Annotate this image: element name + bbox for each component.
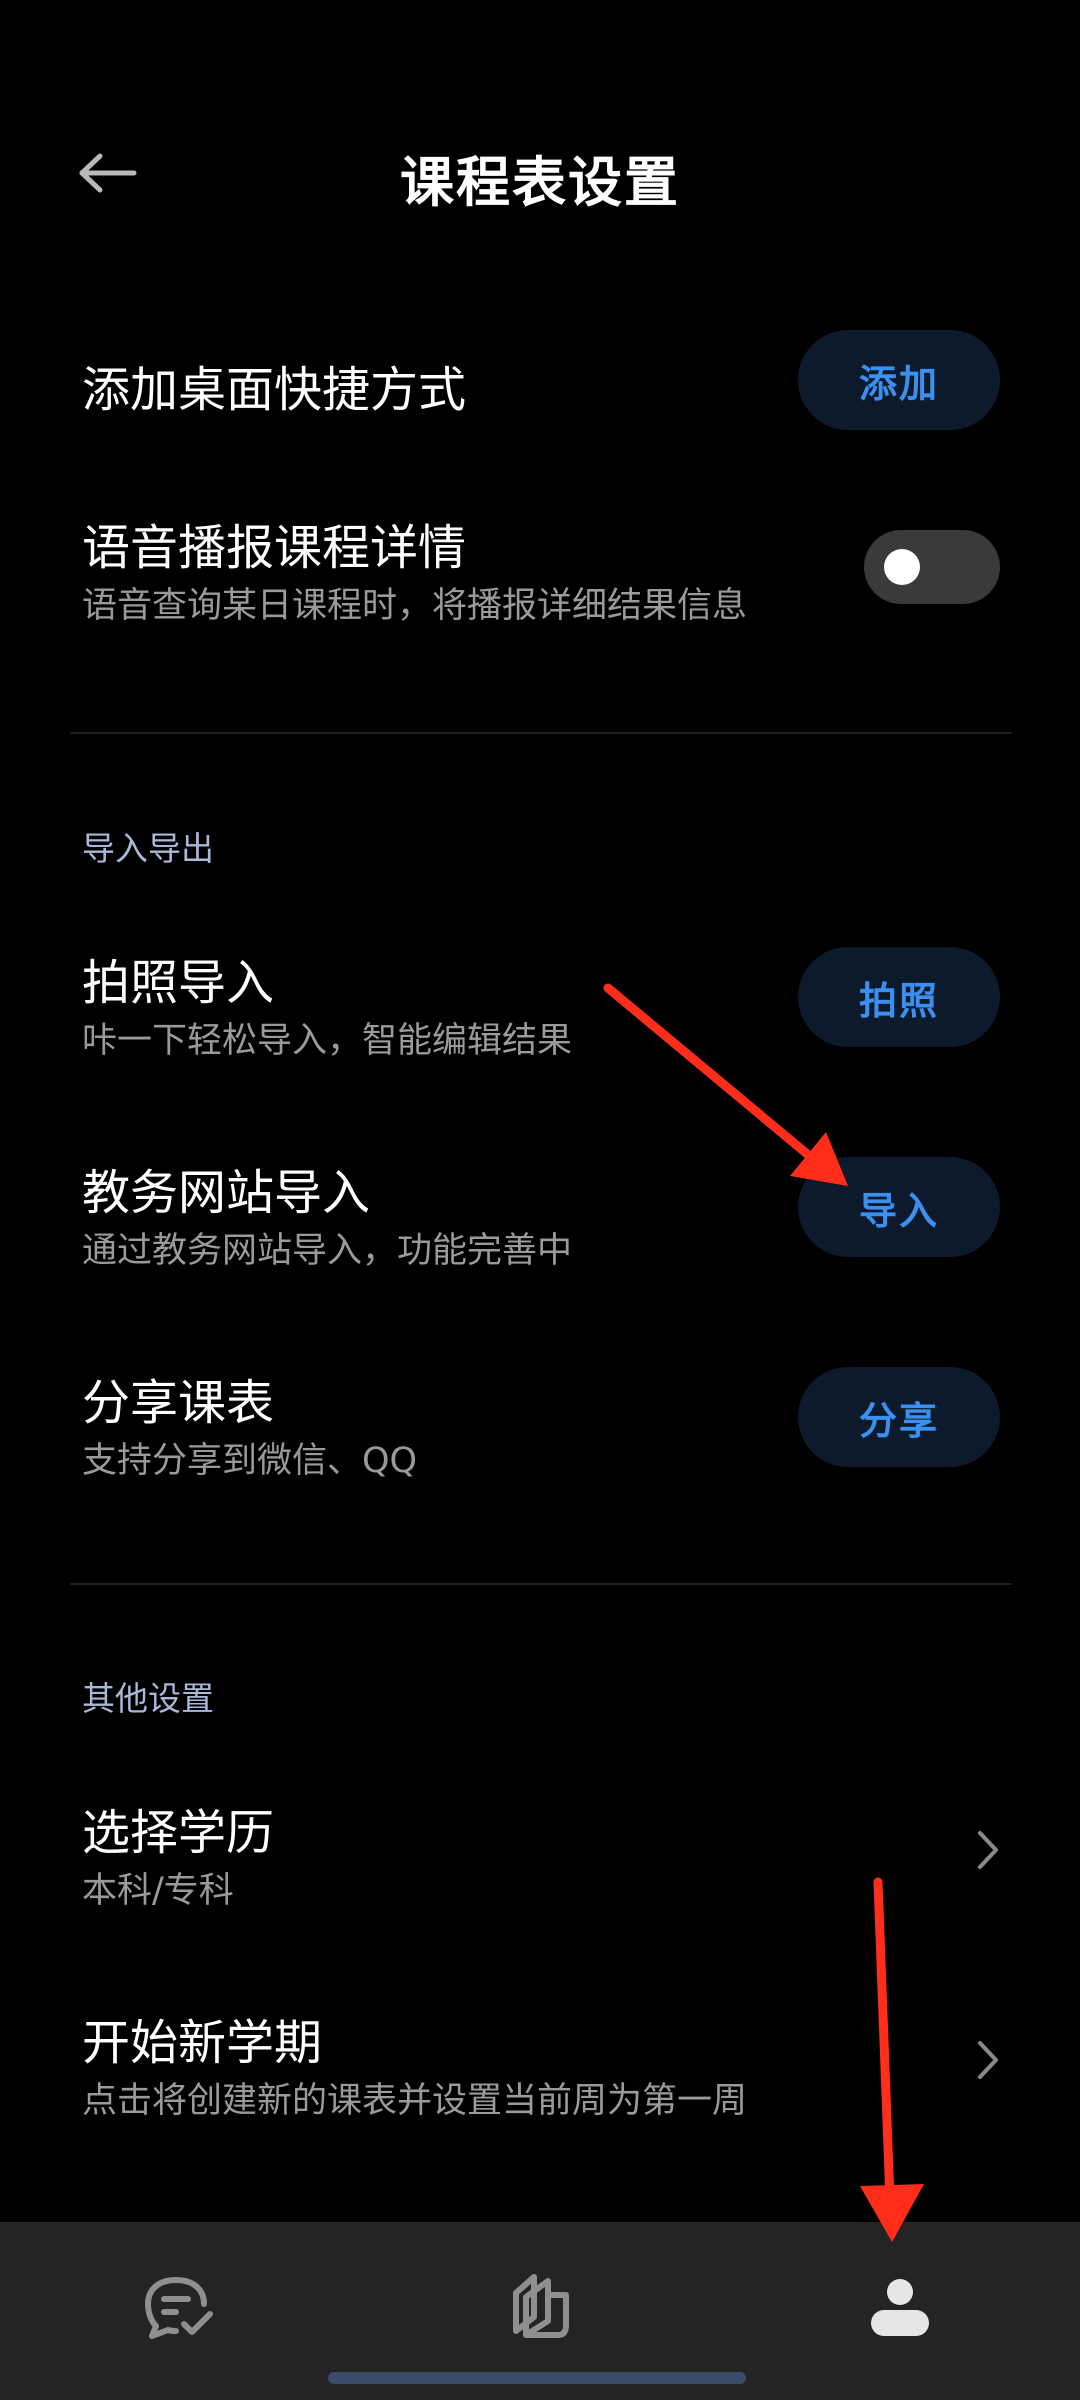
photo-import-subtitle: 咔一下轻松导入，智能编辑结果	[82, 1021, 573, 1061]
divider	[70, 732, 1012, 734]
new-semester-title: 开始新学期	[82, 2015, 323, 2071]
header: 课程表设置	[0, 110, 1080, 240]
share-row: 分享课表 支持分享到微信、QQ 分享	[0, 1360, 1080, 1481]
add-shortcut-button[interactable]: 添加	[798, 330, 1000, 430]
bottom-nav	[0, 2222, 1080, 2400]
import-button[interactable]: 导入	[798, 1157, 1000, 1257]
photo-import-title: 拍照导入	[82, 955, 275, 1011]
person-icon	[871, 2279, 929, 2336]
home-indicator[interactable]	[328, 2372, 746, 2384]
chevron-right-icon	[968, 1820, 1008, 1880]
nav-item-books[interactable]	[480, 2252, 600, 2362]
photo-button[interactable]: 拍照	[798, 947, 1000, 1047]
share-subtitle: 支持分享到微信、QQ	[82, 1441, 418, 1481]
voice-toggle[interactable]	[864, 530, 1000, 604]
website-import-row: 教务网站导入 通过教务网站导入，功能完善中 导入	[0, 1150, 1080, 1271]
page-title: 课程表设置	[400, 151, 680, 214]
shortcut-title: 添加桌面快捷方式	[82, 362, 467, 418]
books-icon	[513, 2274, 569, 2338]
section-header-import-export: 导入导出	[82, 829, 214, 868]
divider	[70, 1583, 1012, 1585]
chat-check-icon	[145, 2277, 213, 2339]
toggle-knob	[884, 549, 920, 585]
education-title: 选择学历	[82, 1805, 275, 1861]
nav-item-profile[interactable]	[840, 2252, 960, 2362]
section-header-other: 其他设置	[82, 1679, 214, 1718]
voice-row: 语音播报课程详情 语音查询某日课程时，将播报详细结果信息	[0, 505, 1080, 626]
shortcut-row: 添加桌面快捷方式 添加	[0, 330, 1080, 430]
share-title: 分享课表	[82, 1375, 275, 1431]
website-import-subtitle: 通过教务网站导入，功能完善中	[82, 1231, 573, 1271]
education-row[interactable]: 选择学历 本科/专科	[0, 1790, 1080, 1911]
new-semester-subtitle: 点击将创建新的课表并设置当前周为第一周	[82, 2081, 748, 2121]
voice-title: 语音播报课程详情	[82, 520, 467, 576]
share-button[interactable]: 分享	[798, 1367, 1000, 1467]
photo-import-row: 拍照导入 咔一下轻松导入，智能编辑结果 拍照	[0, 940, 1080, 1061]
education-subtitle: 本科/专科	[82, 1871, 234, 1911]
website-import-title: 教务网站导入	[82, 1165, 371, 1221]
voice-subtitle: 语音查询某日课程时，将播报详细结果信息	[82, 586, 748, 626]
chevron-right-icon	[968, 2030, 1008, 2090]
nav-item-chat[interactable]	[120, 2252, 240, 2362]
new-semester-row[interactable]: 开始新学期 点击将创建新的课表并设置当前周为第一周	[0, 2000, 1080, 2121]
